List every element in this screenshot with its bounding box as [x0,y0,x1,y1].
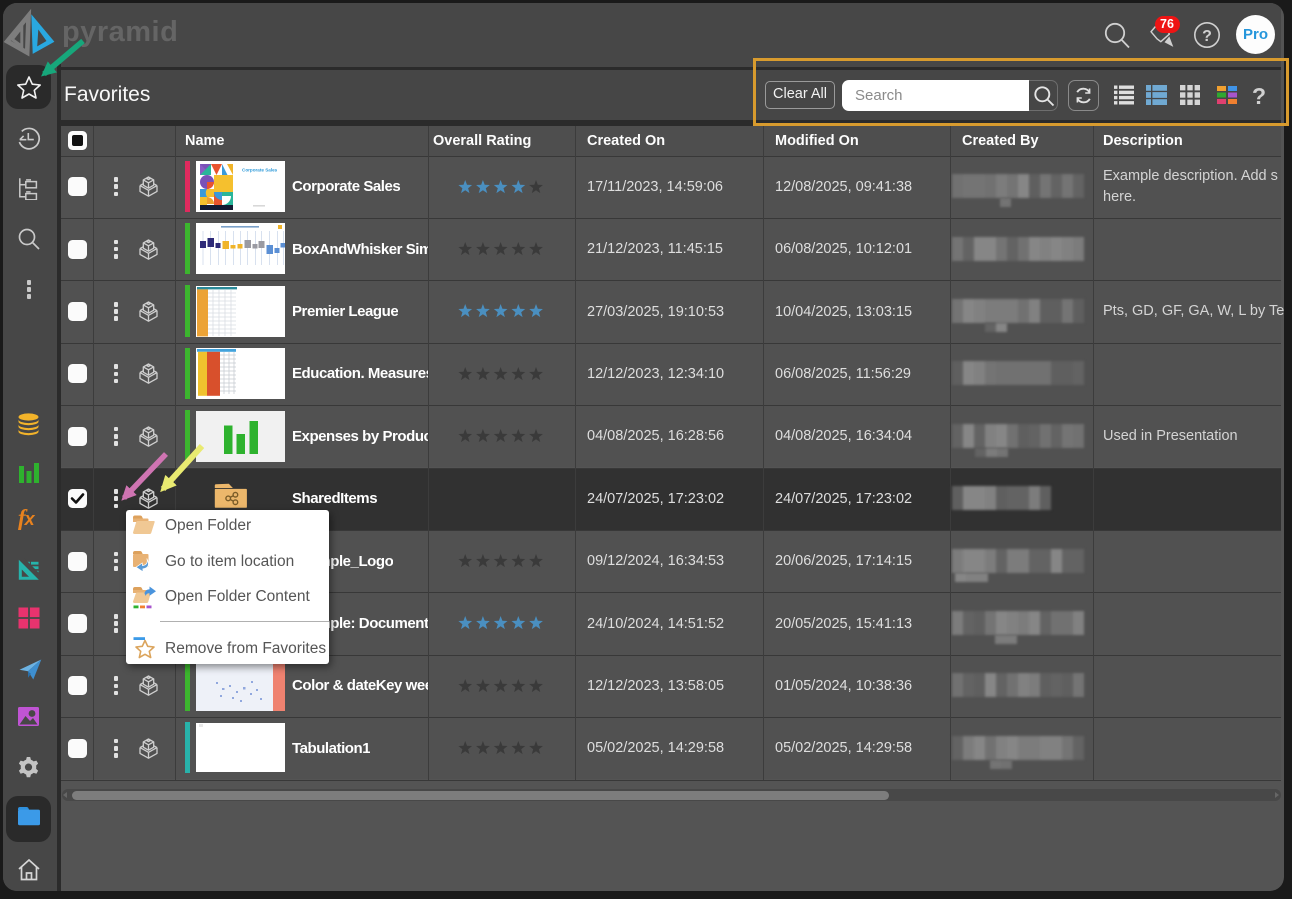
svg-text:?: ? [1202,28,1212,45]
